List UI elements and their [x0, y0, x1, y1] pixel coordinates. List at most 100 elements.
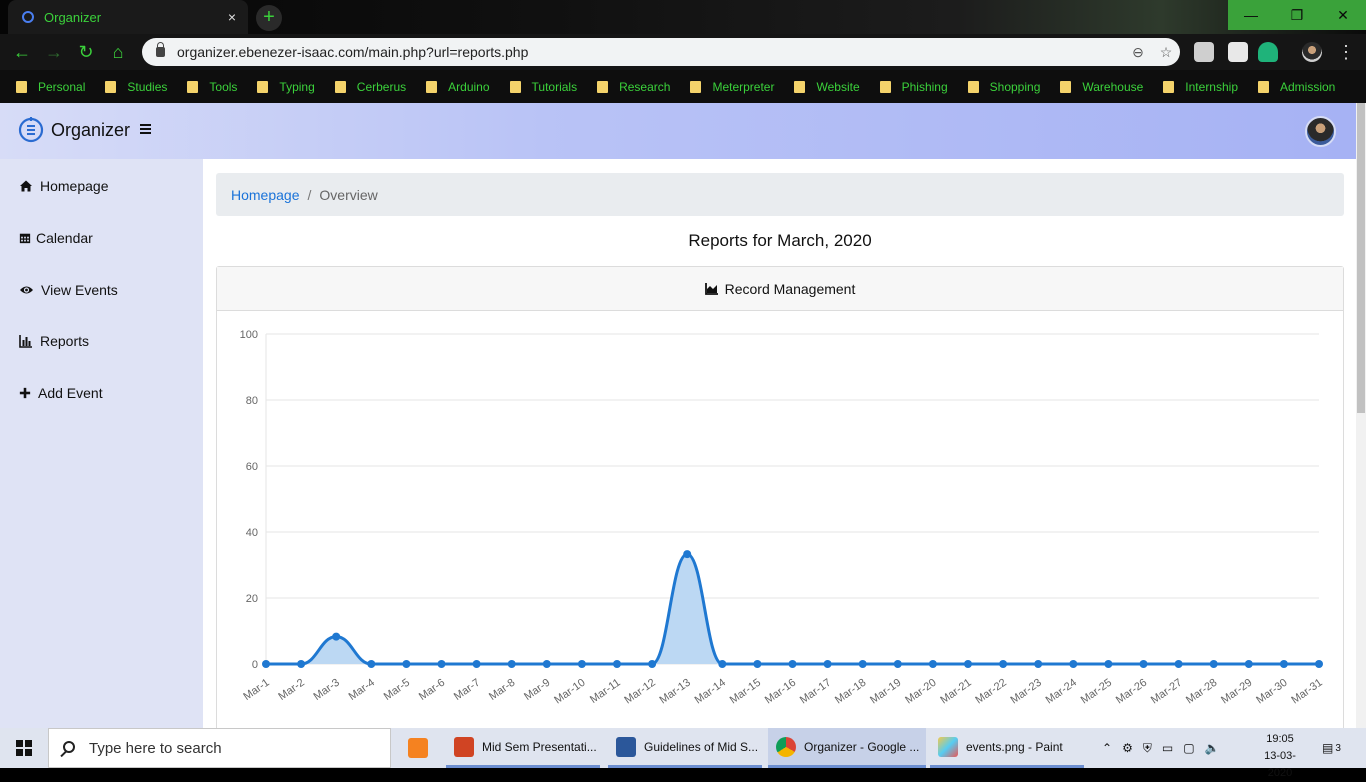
bookmark-label: Cerberus — [356, 79, 407, 94]
bookmark-cerberus[interactable]: Cerberus — [334, 79, 407, 94]
word-icon — [616, 736, 636, 757]
sidebar-item-label: Homepage — [40, 178, 109, 194]
browser-tab[interactable]: Organizer × — [8, 0, 248, 34]
clock-date: 13-03-2020 — [1264, 750, 1296, 779]
taskbar-clock[interactable]: 19:05 13-03-2020 — [1254, 731, 1306, 782]
url-text[interactable]: organizer.ebenezer-isaac.com/main.php?ur… — [177, 44, 1124, 60]
profile-avatar-icon[interactable] — [1302, 42, 1322, 62]
sidebar-item-view-events[interactable]: View Events — [19, 282, 118, 298]
bookmark-research[interactable]: Research — [597, 80, 670, 94]
bookmark-label: Meterpreter — [712, 79, 775, 94]
address-bar[interactable]: organizer.ebenezer-isaac.com/main.php?ur… — [142, 38, 1180, 66]
extension-shield-icon[interactable] — [1258, 42, 1278, 62]
bookmark-phishing[interactable]: Phishing — [879, 80, 948, 94]
data-point — [1174, 660, 1183, 668]
bookmark-tools[interactable]: Tools — [187, 80, 237, 94]
x-tick-label: Mar-27 — [1149, 677, 1184, 707]
bookmark-internship[interactable]: Internship — [1163, 80, 1238, 94]
data-point — [1279, 660, 1288, 668]
breadcrumb-homepage-link[interactable]: Homepage — [231, 187, 300, 203]
data-point — [1139, 660, 1148, 668]
data-point — [893, 660, 902, 668]
window-restore-button[interactable]: ❐ — [1274, 0, 1320, 30]
folder-icon — [1258, 80, 1269, 93]
data-point — [648, 660, 657, 668]
zoom-icon[interactable]: ⊖ — [1124, 44, 1152, 61]
lock-icon[interactable] — [156, 42, 165, 57]
sidebar-item-calendar[interactable]: Calendar — [19, 230, 93, 246]
tab-bar: Organizer × + — ❐ ✕ — [0, 0, 1366, 34]
notification-center-button[interactable]: ▤ 3 — [1322, 728, 1341, 768]
tray-security-icon[interactable]: ⛨ — [1143, 741, 1152, 756]
clock-time: 19:05 — [1266, 733, 1294, 745]
data-point — [402, 660, 411, 668]
bookmark-meterpreter[interactable]: Meterpreter — [690, 80, 774, 94]
window-minimize-button[interactable]: — — [1228, 0, 1274, 30]
bookmark-admission[interactable]: Admission — [1258, 80, 1335, 94]
tray-volume-icon[interactable]: 🔈 — [1205, 741, 1220, 755]
x-tick-label: Mar-24 — [1044, 677, 1079, 707]
series-area — [266, 554, 1319, 664]
x-tick-label: Mar-30 — [1254, 677, 1289, 707]
tray-network-icon[interactable]: ⚙ — [1122, 741, 1133, 755]
taskbar-app-powerpoint[interactable]: Mid Sem Presentati... — [446, 728, 600, 768]
user-avatar[interactable] — [1305, 116, 1336, 147]
scrollbar-thumb[interactable] — [1357, 103, 1365, 413]
window-close-button[interactable]: ✕ — [1320, 0, 1366, 30]
bookmark-arduino[interactable]: Arduino — [426, 80, 490, 94]
bookmark-star-icon[interactable]: ☆ — [1152, 44, 1180, 61]
x-tick-label: Mar-16 — [763, 677, 798, 707]
forward-arrow-icon[interactable]: → — [42, 40, 66, 64]
data-point — [1069, 660, 1078, 668]
home-button-icon[interactable]: ⌂ — [106, 40, 130, 64]
taskbar-app-word[interactable]: Guidelines of Mid S... — [608, 728, 762, 768]
xampp-taskbar-icon[interactable] — [400, 728, 428, 768]
tray-chevron-up-icon[interactable]: ⌃ — [1102, 741, 1112, 755]
windows-start-button[interactable] — [0, 728, 48, 768]
data-point — [297, 660, 306, 668]
bookmark-shopping[interactable]: Shopping — [967, 80, 1040, 94]
taskbar-app-paint[interactable]: events.png - Paint — [930, 728, 1084, 768]
windows-taskbar: Type here to search Mid Sem Presentati..… — [0, 728, 1366, 779]
data-point — [613, 660, 621, 668]
new-tab-button[interactable]: + — [256, 5, 282, 31]
extension-cube-icon[interactable] — [1194, 42, 1214, 62]
extension-pen-icon[interactable] — [1228, 42, 1248, 62]
sidebar-item-label: Add Event — [38, 385, 103, 401]
x-tick-label: Mar-14 — [693, 677, 728, 707]
sidebar-item-reports[interactable]: Reports — [19, 333, 89, 349]
taskbar-search-box[interactable]: Type here to search — [48, 728, 391, 768]
tab-close-icon[interactable]: × — [228, 9, 236, 25]
x-tick-label: Mar-25 — [1079, 677, 1114, 707]
x-tick-label: Mar-8 — [487, 677, 517, 703]
bookmark-warehouse[interactable]: Warehouse — [1060, 80, 1143, 94]
bookmark-tutorials[interactable]: Tutorials — [509, 80, 577, 94]
brand-name[interactable]: Organizer — [51, 120, 130, 141]
breadcrumb: Homepage / Overview — [216, 173, 1344, 216]
bookmark-studies[interactable]: Studies — [105, 80, 167, 94]
back-arrow-icon[interactable]: ← — [10, 40, 34, 64]
tray-battery-icon[interactable]: ▭ — [1162, 741, 1173, 755]
tray-display-icon[interactable]: ▢ — [1183, 741, 1194, 755]
page: Organizer Homepage Calendar View Events … — [0, 103, 1356, 728]
y-tick-label: 20 — [246, 593, 258, 605]
folder-icon — [1163, 80, 1175, 93]
data-point — [262, 660, 270, 668]
bookmark-personal[interactable]: Personal — [16, 80, 85, 94]
sidebar-item-homepage[interactable]: Homepage — [19, 178, 109, 194]
sidebar-item-add-event[interactable]: Add Event — [19, 385, 103, 401]
organizer-favicon-icon — [22, 11, 34, 23]
taskbar-app-chrome[interactable]: Organizer - Google ... — [768, 728, 926, 768]
x-tick-label: Mar-17 — [798, 677, 833, 707]
x-tick-label: Mar-11 — [588, 677, 623, 706]
bookmark-website[interactable]: Website — [794, 79, 860, 94]
hamburger-menu-icon[interactable] — [140, 124, 151, 134]
events-area-chart: 020406080100Mar-1 Mar-2 Mar-3 Mar-4 Mar-5 Mar… — [240, 329, 1325, 707]
menu-dots-icon[interactable]: ⋮ — [1334, 40, 1358, 64]
bookmark-typing[interactable]: Typing — [257, 80, 315, 94]
organizer-logo-icon[interactable] — [18, 116, 44, 144]
bookmark-label: Website — [816, 79, 860, 94]
page-scrollbar[interactable] — [1356, 103, 1366, 728]
reload-icon[interactable]: ↻ — [74, 40, 98, 64]
x-tick-label: Mar-22 — [973, 677, 1008, 707]
